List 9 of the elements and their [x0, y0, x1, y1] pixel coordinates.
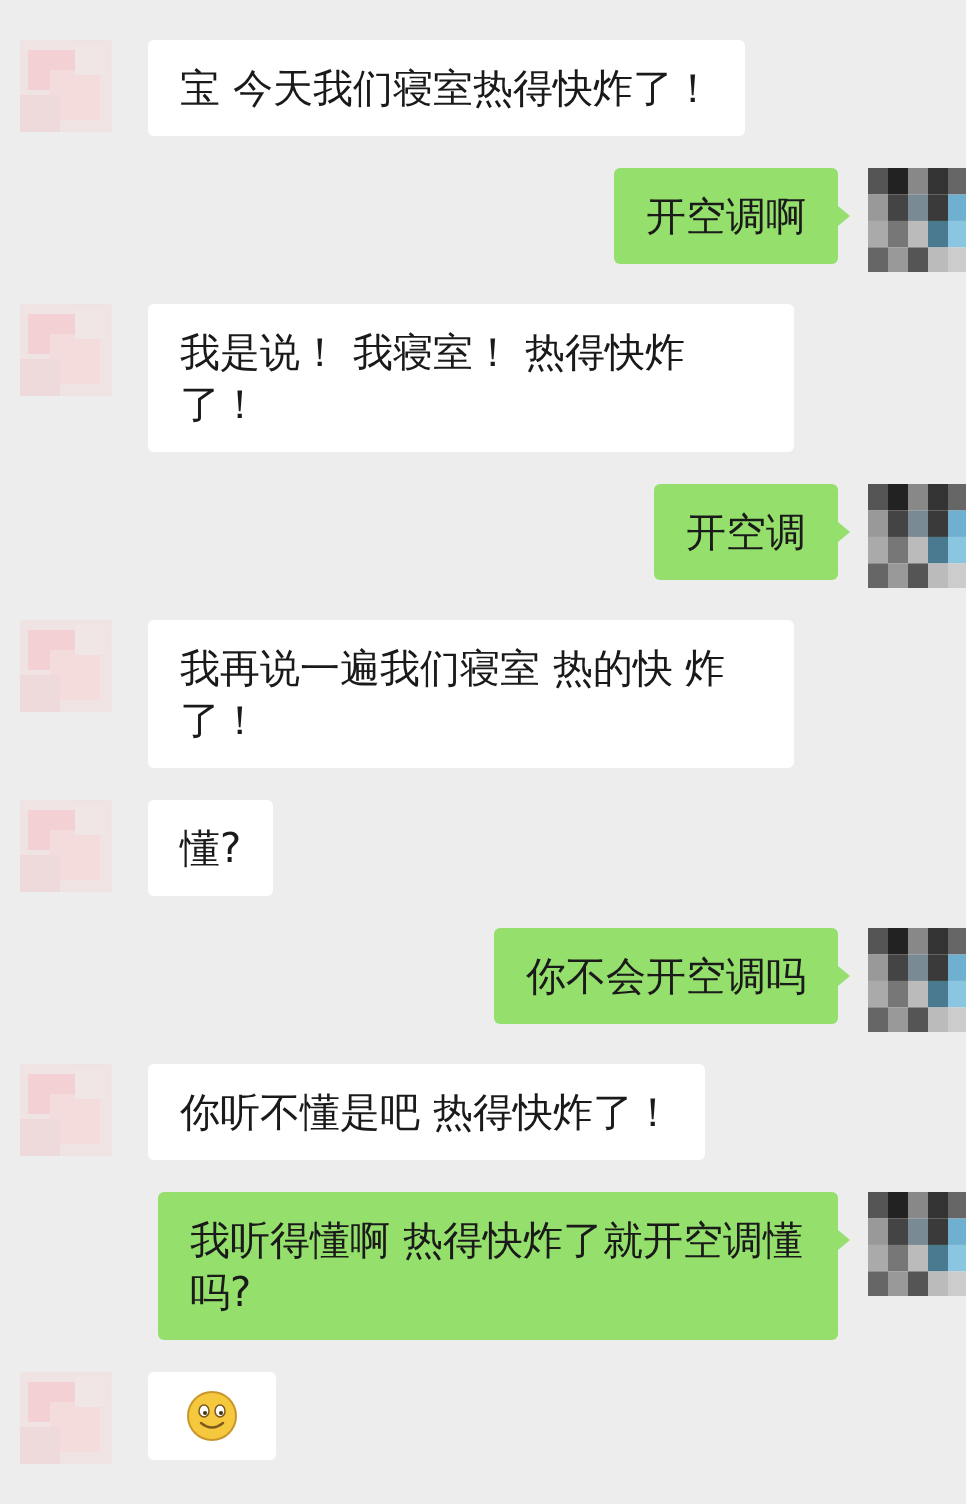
message-text: 开空调 — [686, 509, 806, 555]
message-text: 你不会开空调吗 — [526, 953, 806, 999]
message-text: 我是说！ 我寝室！ 热得快炸了！ — [180, 329, 686, 427]
message-text: 懂? — [180, 825, 242, 871]
message-text: 宝 今天我们寝室热得快炸了！ — [180, 65, 713, 111]
message-text: 开空调啊 — [646, 193, 806, 239]
message-text: 我再说一遍我们寝室 热的快 炸了！ — [180, 645, 726, 743]
message-text: 你听不懂是吧 热得快炸了！ — [180, 1089, 673, 1135]
message-text: 我听得懂啊 热得快炸了就开空调懂吗? — [190, 1217, 803, 1315]
